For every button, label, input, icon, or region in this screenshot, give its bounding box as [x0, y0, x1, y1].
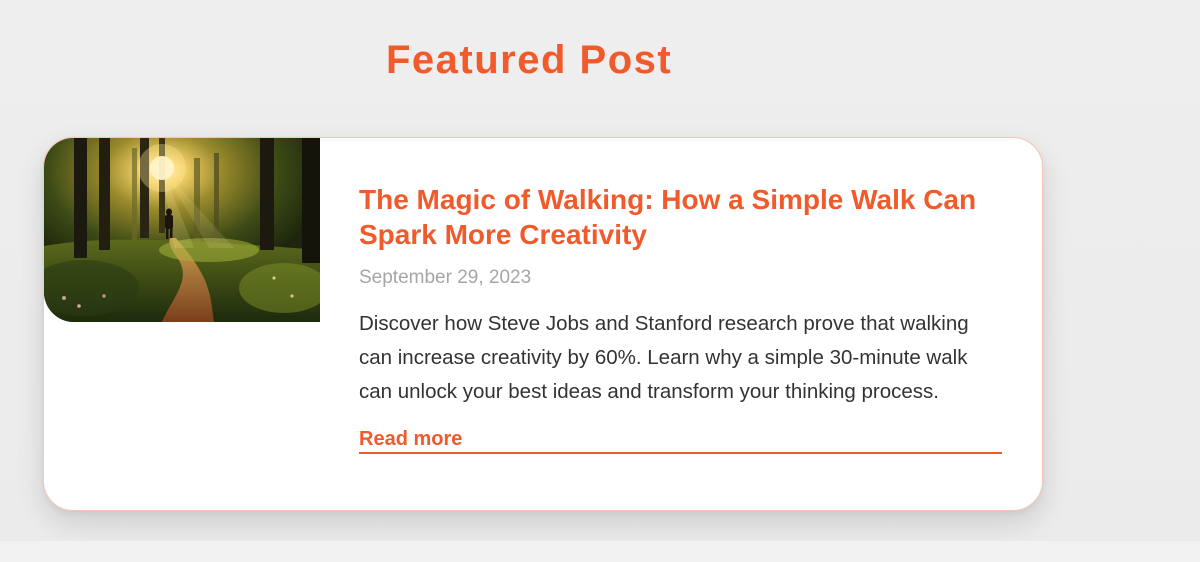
forest-path-image: [44, 138, 320, 322]
post-thumbnail[interactable]: [44, 138, 320, 322]
post-title[interactable]: The Magic of Walking: How a Simple Walk …: [359, 182, 1004, 252]
post-content: The Magic of Walking: How a Simple Walk …: [359, 182, 1004, 454]
featured-post-card: The Magic of Walking: How a Simple Walk …: [43, 137, 1043, 511]
post-excerpt: Discover how Steve Jobs and Stanford res…: [359, 312, 969, 403]
page-background: Featured Post The Magic of Walking: How …: [0, 0, 1200, 541]
read-more-link[interactable]: Read more: [359, 428, 1002, 454]
section-title: Featured Post: [386, 38, 673, 82]
footer-strip: [0, 541, 1200, 562]
post-date: September 29, 2023: [359, 267, 532, 288]
